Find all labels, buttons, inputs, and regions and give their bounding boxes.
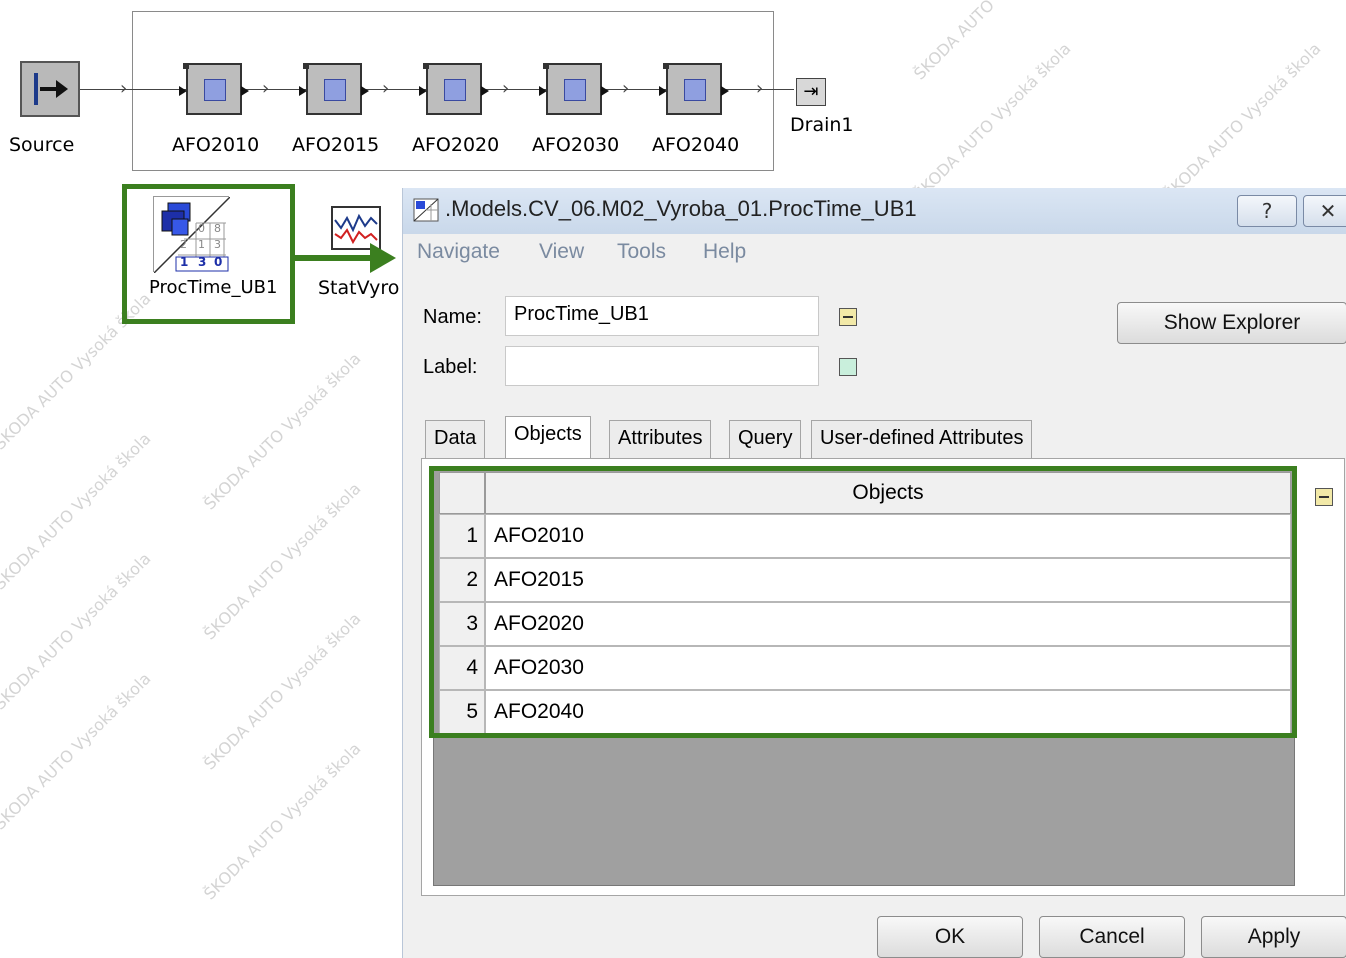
help-button[interactable]: ? xyxy=(1237,195,1297,227)
menu-bar: Navigate View Tools Help xyxy=(403,234,1346,272)
station-label: AFO2010 xyxy=(172,134,260,156)
table-digit: 1 xyxy=(180,255,189,269)
tab-objects[interactable]: Objects xyxy=(505,416,591,460)
source-object[interactable] xyxy=(20,61,80,117)
station-afo2030[interactable] xyxy=(539,61,609,117)
chart-icon xyxy=(334,213,378,245)
name-label: Name: xyxy=(423,306,482,328)
station-icon xyxy=(663,63,722,115)
source-arrow-head xyxy=(56,80,68,98)
station-label: AFO2020 xyxy=(412,134,500,156)
label-field[interactable] xyxy=(505,346,819,386)
station-label: AFO2040 xyxy=(652,134,740,156)
watermark: ŠKODA AUTO Vysoká škola xyxy=(1160,38,1325,204)
apply-button[interactable]: Apply xyxy=(1201,916,1346,958)
window-title: .Models.CV_06.M02_Vyroba_01.ProcTime_UB1 xyxy=(445,196,917,221)
name-field[interactable]: ProcTime_UB1 xyxy=(505,296,819,336)
table-digit: 0 xyxy=(214,255,223,269)
grid-inherit-icon[interactable] xyxy=(1315,488,1333,506)
station-afo2040[interactable] xyxy=(659,61,729,117)
watermark: ŠKODA AUTO Vysoká škola xyxy=(200,738,365,904)
label-inherit-icon[interactable] xyxy=(839,358,857,376)
table-digit: 8 xyxy=(214,222,221,235)
menu-help[interactable]: Help xyxy=(703,240,746,264)
source-arrow-icon xyxy=(34,73,38,105)
station-afo2015[interactable] xyxy=(299,61,369,117)
table-window-icon xyxy=(413,198,439,222)
station-afo2020[interactable] xyxy=(419,61,489,117)
ok-button[interactable]: OK xyxy=(877,916,1023,958)
drain-label: Drain1 xyxy=(790,114,854,136)
connector-chevron-icon: › xyxy=(120,78,128,99)
menu-view[interactable]: View xyxy=(539,240,584,264)
show-explorer-button[interactable]: Show Explorer xyxy=(1117,302,1346,344)
station-afo2010[interactable] xyxy=(179,61,249,117)
menu-navigate[interactable]: Navigate xyxy=(417,240,500,264)
station-icon xyxy=(423,63,482,115)
tab-query[interactable]: Query xyxy=(729,420,802,458)
station-icon xyxy=(303,63,362,115)
drain-object[interactable]: ⇥ xyxy=(796,78,826,106)
connector-chevron-icon: › xyxy=(262,78,270,99)
table-digit: 2 xyxy=(180,238,187,251)
table-digit: 3 xyxy=(198,255,207,269)
connector-chevron-icon: › xyxy=(622,78,630,99)
tab-attributes[interactable]: Attributes xyxy=(609,420,712,458)
tab-user-defined-attributes[interactable]: User-defined Attributes xyxy=(811,420,1033,458)
label-label: Label: xyxy=(423,356,478,378)
chart-label: StatVyro xyxy=(318,277,400,299)
table-digit: 3 xyxy=(214,238,221,251)
connector-chevron-icon: › xyxy=(502,78,510,99)
source-label: Source xyxy=(9,134,75,156)
pointer-arrow-shaft xyxy=(294,255,374,261)
menu-tools[interactable]: Tools xyxy=(617,240,666,264)
tab-data[interactable]: Data xyxy=(425,420,486,458)
close-button[interactable]: ✕ xyxy=(1303,195,1346,227)
cancel-button[interactable]: Cancel xyxy=(1039,916,1185,958)
title-bar[interactable]: .Models.CV_06.M02_Vyroba_01.ProcTime_UB1… xyxy=(403,188,1346,234)
station-label: AFO2015 xyxy=(292,134,380,156)
table-digit: 1 xyxy=(198,238,205,251)
table-label: ProcTime_UB1 xyxy=(149,277,278,298)
name-inherit-icon[interactable] xyxy=(839,308,857,326)
connector-chevron-icon: › xyxy=(756,78,764,99)
pointer-arrow-icon xyxy=(370,243,396,273)
highlight-box-grid xyxy=(429,466,1297,738)
station-label: AFO2030 xyxy=(532,134,620,156)
station-icon xyxy=(183,63,242,115)
connector-chevron-icon: › xyxy=(382,78,390,99)
table-digit: 0 xyxy=(198,222,205,235)
station-icon xyxy=(543,63,602,115)
drain-icon: ⇥ xyxy=(803,81,819,102)
